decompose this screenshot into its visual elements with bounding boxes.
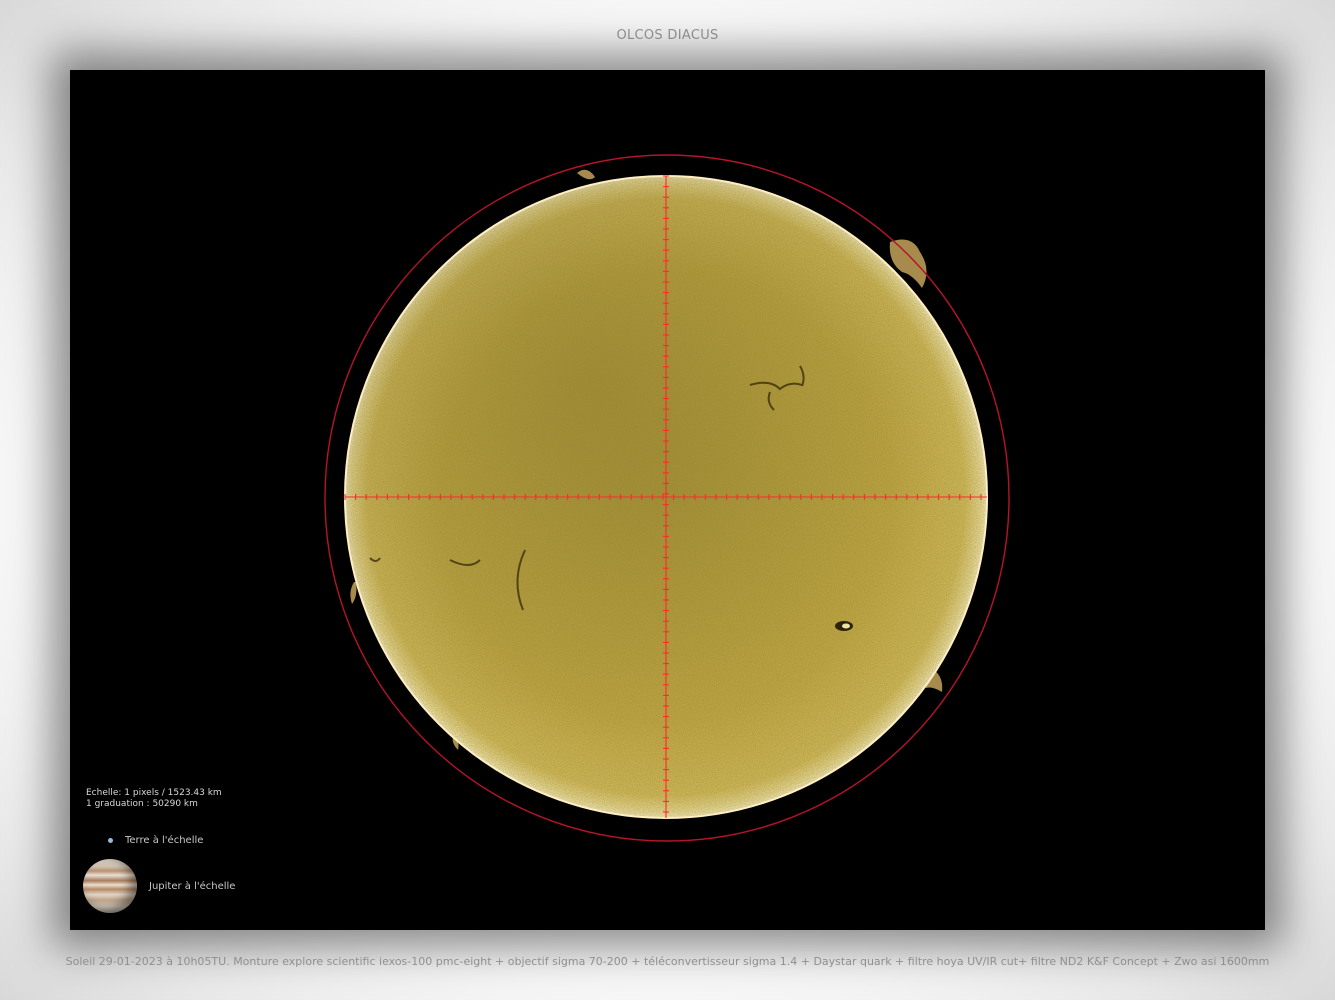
page-title: OLCOS DIACUS [616,28,719,43]
sunspot [835,621,853,631]
scale-line-pixels: Echelle: 1 pixels / 1523.43 km [86,788,222,798]
page-frame: OLCOS DIACUS Echelle: 1 pixels / 1523.43… [0,0,1335,1000]
jupiter-scale-marker: Jupiter à l'échelle [83,858,235,914]
jupiter-icon [83,859,137,913]
sun-image [324,154,1010,842]
solar-photo: Echelle: 1 pixels / 1523.43 km 1 graduat… [70,70,1265,930]
earth-label: Terre à l'échelle [125,834,204,846]
earth-icon [108,837,113,843]
jupiter-label: Jupiter à l'échelle [149,880,236,892]
scale-line-graduation: 1 graduation : 50290 km [86,799,198,809]
earth-scale-marker: Terre à l'échelle [108,834,203,846]
image-caption: Soleil 29-01-2023 à 10h05TU. Monture exp… [65,955,1270,968]
scale-legend: Echelle: 1 pixels / 1523.43 km 1 graduat… [86,788,222,810]
